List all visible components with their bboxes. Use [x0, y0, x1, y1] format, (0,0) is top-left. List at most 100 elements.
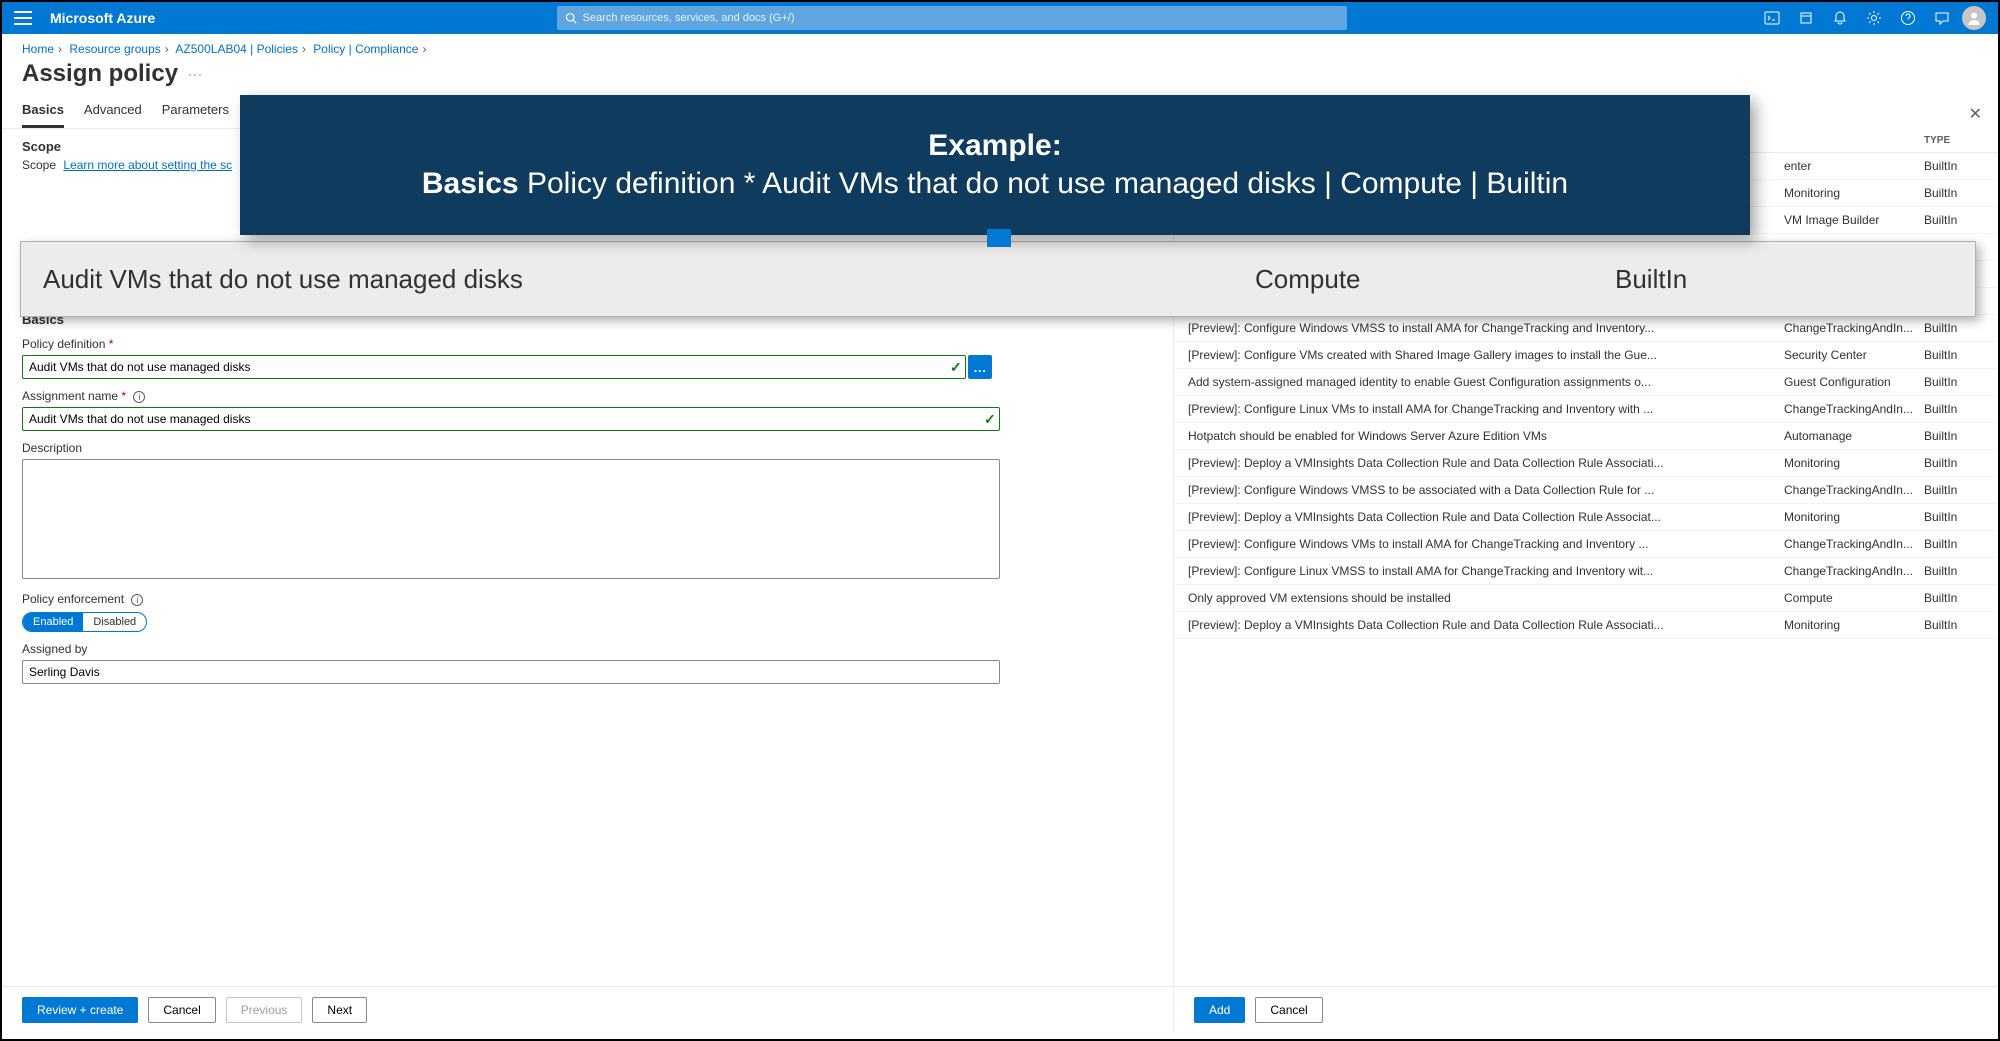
definition-row[interactable]: [Preview]: Configure Linux VMSS to insta…: [1174, 558, 1998, 585]
assignment-name-input[interactable]: [22, 407, 1000, 431]
enforcement-disabled[interactable]: Disabled: [83, 613, 146, 631]
notifications-icon[interactable]: [1832, 10, 1848, 26]
definition-name: Add system-assigned managed identity to …: [1188, 375, 1784, 389]
policy-definition-input[interactable]: [22, 355, 966, 379]
definition-category: Automanage: [1784, 429, 1924, 443]
definition-type: BuiltIn: [1924, 429, 1984, 443]
person-icon: [1966, 10, 1982, 26]
definition-row[interactable]: [Preview]: Configure Windows VMSS to ins…: [1174, 315, 1998, 342]
definition-category: Monitoring: [1784, 456, 1924, 470]
definition-name: [Preview]: Configure Linux VMs to instal…: [1188, 402, 1784, 416]
policy-enforcement-label: Policy enforcement: [22, 592, 124, 606]
definition-category: ChangeTrackingAndIn...: [1784, 537, 1924, 551]
required-marker: *: [109, 337, 114, 351]
definition-row[interactable]: [Preview]: Deploy a VMInsights Data Coll…: [1174, 450, 1998, 477]
definition-name: [Preview]: Configure Windows VMSS to ins…: [1188, 321, 1784, 335]
definition-type: BuiltIn: [1924, 564, 1984, 578]
definition-row[interactable]: [Preview]: Configure Linux VMs to instal…: [1174, 396, 1998, 423]
definition-row[interactable]: Only approved VM extensions should be in…: [1174, 585, 1998, 612]
breadcrumb-resource-groups[interactable]: Resource groups: [69, 42, 160, 56]
policy-definition-picker-button[interactable]: …: [968, 355, 992, 379]
definition-row[interactable]: [Preview]: Configure Windows VMSS to be …: [1174, 477, 1998, 504]
definition-category: ChangeTrackingAndIn...: [1784, 483, 1924, 497]
definition-name: Only approved VM extensions should be in…: [1188, 591, 1784, 605]
previous-button: Previous: [226, 997, 303, 1023]
brand-label: Microsoft Azure: [50, 10, 155, 26]
avatar[interactable]: [1962, 6, 1986, 30]
example-row-type: BuiltIn: [1615, 264, 1975, 295]
page-title: Assign policy: [22, 60, 178, 88]
breadcrumb-home[interactable]: Home: [22, 42, 54, 56]
cloud-shell-icon[interactable]: [1764, 10, 1780, 26]
breadcrumb-lab[interactable]: AZ500LAB04 | Policies: [175, 42, 298, 56]
assignment-name-label: Assignment name: [22, 389, 118, 403]
feedback-icon[interactable]: [1934, 10, 1950, 26]
definition-category: Monitoring: [1784, 510, 1924, 524]
definition-name: [Preview]: Deploy a VMInsights Data Coll…: [1188, 618, 1784, 632]
global-search[interactable]: [557, 6, 1347, 30]
definition-row[interactable]: [Preview]: Configure VMs created with Sh…: [1174, 342, 1998, 369]
description-label: Description: [22, 441, 1153, 455]
example-overlay-banner: Example: Basics Policy definition * Audi…: [240, 95, 1750, 235]
directories-icon[interactable]: [1798, 10, 1814, 26]
col-header-category: [1784, 135, 1924, 146]
description-input[interactable]: [22, 459, 1000, 579]
tab-parameters[interactable]: Parameters: [162, 94, 229, 128]
definition-name: [Preview]: Configure Linux VMSS to insta…: [1188, 564, 1784, 578]
definition-row[interactable]: [Preview]: Deploy a VMInsights Data Coll…: [1174, 612, 1998, 639]
example-line1: Example:: [928, 129, 1061, 163]
tab-basics[interactable]: Basics: [22, 94, 64, 128]
search-input[interactable]: [583, 12, 1339, 24]
tab-advanced[interactable]: Advanced: [84, 94, 142, 128]
more-icon[interactable]: ···: [188, 67, 203, 81]
definition-name: [Preview]: Deploy a VMInsights Data Coll…: [1188, 510, 1784, 524]
scope-label: Scope: [22, 158, 56, 172]
definition-type: BuiltIn: [1924, 402, 1984, 416]
breadcrumb-compliance[interactable]: Policy | Compliance: [313, 42, 418, 56]
definition-row[interactable]: Add system-assigned managed identity to …: [1174, 369, 1998, 396]
definition-category: enter: [1784, 159, 1924, 173]
definition-row[interactable]: [Preview]: Deploy a VMInsights Data Coll…: [1174, 504, 1998, 531]
definition-type: BuiltIn: [1924, 375, 1984, 389]
definition-category: VM Image Builder: [1784, 213, 1924, 227]
help-icon[interactable]: [1900, 10, 1916, 26]
definition-type: BuiltIn: [1924, 618, 1984, 632]
definition-name: [Preview]: Configure Windows VMSS to be …: [1188, 483, 1784, 497]
enforcement-enabled[interactable]: Enabled: [23, 613, 83, 631]
add-button[interactable]: Add: [1194, 997, 1245, 1023]
close-icon[interactable]: ✕: [1969, 104, 1982, 124]
definition-type: BuiltIn: [1924, 159, 1984, 173]
scope-learn-more-link[interactable]: Learn more about setting the sc: [63, 158, 232, 172]
info-icon[interactable]: i: [131, 594, 143, 606]
assigned-by-label: Assigned by: [22, 642, 1153, 656]
definition-type: BuiltIn: [1924, 537, 1984, 551]
definition-name: [Preview]: Configure VMs created with Sh…: [1188, 348, 1784, 362]
example-overlay-row: Audit VMs that do not use managed disks …: [20, 241, 1976, 317]
definition-category: Monitoring: [1784, 186, 1924, 200]
definition-category: Monitoring: [1784, 618, 1924, 632]
definition-category: ChangeTrackingAndIn...: [1784, 402, 1924, 416]
definition-name: Hotpatch should be enabled for Windows S…: [1188, 429, 1784, 443]
definition-row[interactable]: Hotpatch should be enabled for Windows S…: [1174, 423, 1998, 450]
info-icon[interactable]: i: [133, 391, 145, 403]
definition-name: [Preview]: Configure Windows VMs to inst…: [1188, 537, 1784, 551]
menu-icon[interactable]: [14, 11, 32, 25]
gear-icon[interactable]: [1866, 10, 1882, 26]
enforcement-toggle[interactable]: Enabled Disabled: [22, 612, 147, 632]
review-create-button[interactable]: Review + create: [22, 997, 138, 1023]
definition-name: [Preview]: Deploy a VMInsights Data Coll…: [1188, 456, 1784, 470]
example-row-name: Audit VMs that do not use managed disks: [21, 264, 1255, 295]
right-footer: Add Cancel: [1174, 986, 1998, 1033]
definition-category: Compute: [1784, 591, 1924, 605]
definitions-cancel-button[interactable]: Cancel: [1255, 997, 1322, 1023]
search-icon: [565, 12, 577, 24]
definition-type: BuiltIn: [1924, 456, 1984, 470]
breadcrumb: Home› Resource groups› AZ500LAB04 | Poli…: [2, 34, 1998, 58]
definition-row[interactable]: [Preview]: Configure Windows VMs to inst…: [1174, 531, 1998, 558]
cancel-button[interactable]: Cancel: [148, 997, 215, 1023]
assigned-by-input[interactable]: [22, 660, 1000, 684]
definition-category: Security Center: [1784, 348, 1924, 362]
definition-type: BuiltIn: [1924, 348, 1984, 362]
definition-type: BuiltIn: [1924, 510, 1984, 524]
next-button[interactable]: Next: [312, 997, 367, 1023]
